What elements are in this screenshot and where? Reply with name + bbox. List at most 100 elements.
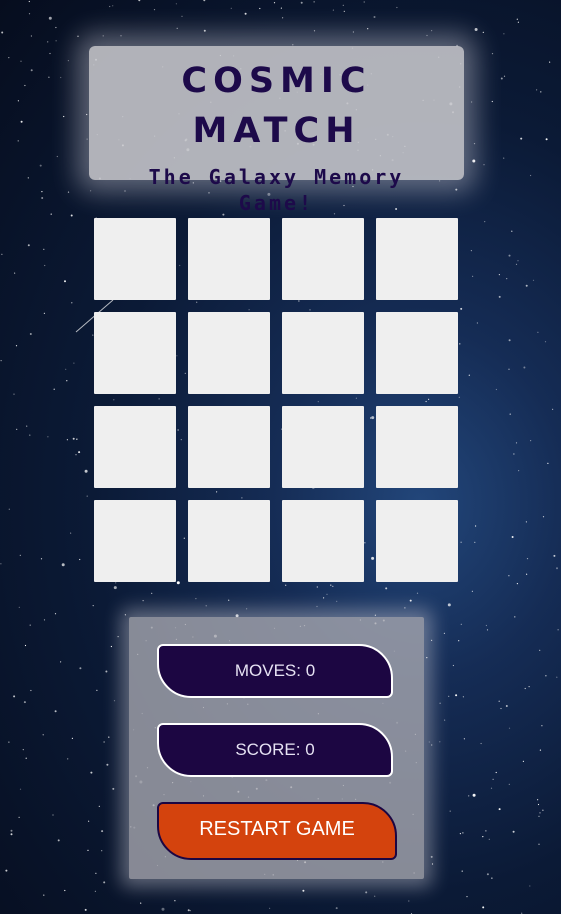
- star: [472, 793, 476, 797]
- star: [547, 462, 549, 464]
- star: [330, 584, 332, 586]
- star: [54, 710, 57, 713]
- star: [492, 778, 494, 781]
- star: [282, 17, 284, 19]
- star: [64, 280, 66, 283]
- star: [101, 850, 103, 852]
- star: [408, 900, 410, 902]
- star: [332, 585, 334, 588]
- memory-card[interactable]: [376, 312, 458, 394]
- star: [94, 890, 96, 892]
- star: [106, 763, 109, 766]
- star: [302, 889, 305, 892]
- star: [443, 632, 445, 635]
- memory-card[interactable]: [188, 312, 270, 394]
- star: [195, 598, 197, 600]
- star: [468, 374, 470, 376]
- star: [409, 599, 412, 602]
- star: [105, 670, 108, 673]
- memory-card[interactable]: [376, 218, 458, 300]
- star: [25, 757, 27, 759]
- star: [84, 908, 87, 911]
- star: [525, 284, 528, 287]
- restart-game-button[interactable]: RESTART GAME: [157, 802, 397, 860]
- star: [66, 380, 68, 382]
- star: [495, 771, 497, 774]
- star: [556, 676, 558, 678]
- memory-card[interactable]: [282, 218, 364, 300]
- star: [471, 590, 473, 592]
- star: [517, 21, 520, 23]
- star: [509, 413, 511, 415]
- score-panel: MOVES: 0 SCORE: 0 RESTART GAME: [129, 617, 424, 879]
- star: [14, 272, 16, 274]
- star: [495, 388, 497, 391]
- star: [537, 803, 540, 806]
- memory-card[interactable]: [376, 500, 458, 582]
- star: [404, 607, 406, 609]
- star: [205, 605, 207, 607]
- star: [120, 35, 122, 37]
- star: [529, 885, 531, 887]
- memory-card[interactable]: [282, 312, 364, 394]
- memory-card[interactable]: [188, 218, 270, 300]
- star: [498, 274, 500, 276]
- memory-card[interactable]: [188, 406, 270, 488]
- star: [513, 453, 515, 455]
- memory-card[interactable]: [94, 312, 176, 394]
- star: [470, 250, 472, 252]
- memory-card[interactable]: [282, 500, 364, 582]
- star: [269, 907, 271, 909]
- star: [426, 34, 428, 37]
- star: [538, 815, 540, 817]
- star: [541, 725, 543, 727]
- star: [86, 495, 88, 497]
- memory-card[interactable]: [188, 500, 270, 582]
- star: [60, 76, 62, 79]
- moves-counter: MOVES: 0: [157, 644, 393, 698]
- star: [505, 705, 508, 707]
- star: [462, 696, 464, 698]
- star: [41, 191, 43, 193]
- star: [516, 583, 519, 585]
- star: [476, 322, 478, 324]
- star: [203, 0, 206, 2]
- star: [491, 100, 493, 103]
- memory-card[interactable]: [94, 406, 176, 488]
- star: [67, 60, 69, 62]
- star: [455, 188, 458, 191]
- star: [482, 906, 485, 909]
- star: [545, 675, 547, 677]
- star: [536, 89, 538, 91]
- star: [76, 438, 78, 440]
- star: [316, 605, 318, 608]
- star: [485, 830, 487, 832]
- star: [468, 795, 470, 797]
- star: [47, 41, 49, 43]
- star: [471, 101, 473, 103]
- star: [79, 667, 82, 670]
- star: [64, 889, 66, 892]
- memory-card[interactable]: [376, 406, 458, 488]
- star: [10, 829, 13, 832]
- memory-card[interactable]: [94, 500, 176, 582]
- star: [385, 587, 388, 590]
- star: [498, 295, 501, 298]
- memory-card[interactable]: [94, 218, 176, 300]
- memory-card[interactable]: [282, 406, 364, 488]
- star: [47, 436, 49, 438]
- star: [524, 687, 526, 690]
- star: [313, 1, 315, 3]
- star: [473, 143, 476, 145]
- star: [416, 592, 419, 594]
- star: [0, 563, 2, 565]
- star: [532, 279, 535, 281]
- star: [542, 516, 545, 518]
- star: [10, 833, 13, 836]
- star: [17, 140, 19, 142]
- star: [549, 61, 551, 63]
- star: [8, 508, 10, 510]
- star: [75, 454, 77, 456]
- star: [43, 619, 46, 621]
- star: [73, 362, 75, 364]
